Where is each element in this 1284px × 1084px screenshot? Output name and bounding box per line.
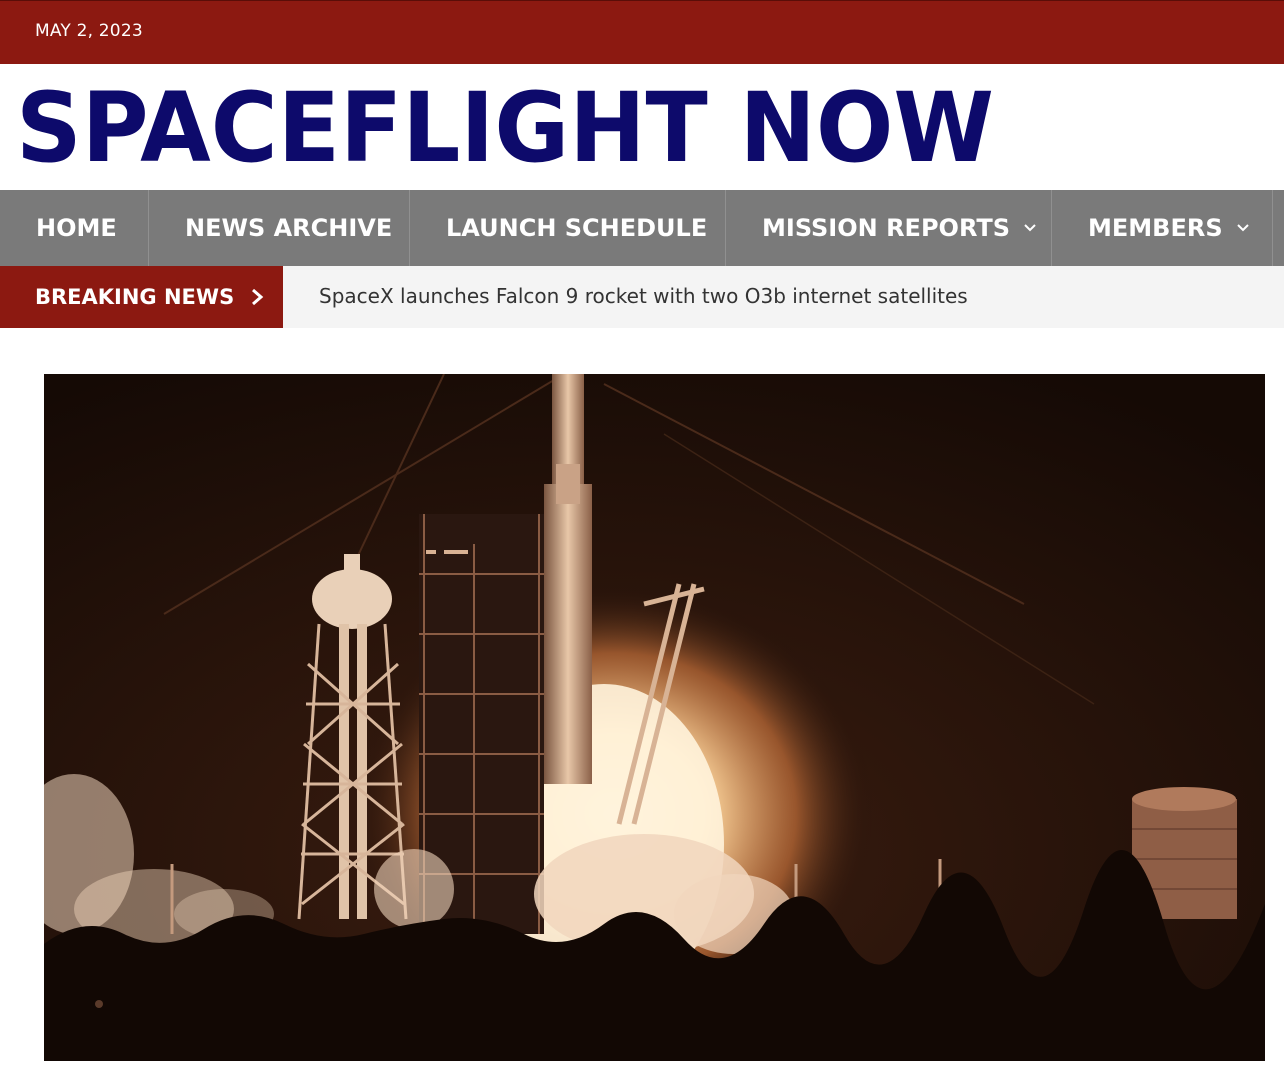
nav-item-label: LAUNCH SCHEDULE	[446, 214, 708, 242]
nav-item-label: HOME	[36, 214, 117, 242]
chevron-right-icon	[252, 288, 264, 306]
logo-text: SPACEFLIGHT NOW	[16, 84, 994, 170]
nav-item-label: NEWS ARCHIVE	[185, 214, 393, 242]
nav-item-label: MEMBERS	[1088, 214, 1223, 242]
nav-item-mission-reports[interactable]: MISSION REPORTS	[726, 190, 1052, 266]
top-bar: MAY 2, 2023	[0, 0, 1284, 64]
site-logo[interactable]: SPACEFLIGHT NOW	[16, 84, 996, 170]
chevron-down-icon	[1024, 224, 1036, 232]
current-date: MAY 2, 2023	[35, 21, 143, 41]
breaking-news-headline-link[interactable]: SpaceX launches Falcon 9 rocket with two…	[319, 284, 968, 308]
breaking-news-label: BREAKING NEWS	[0, 266, 283, 328]
nav-item-members[interactable]: MEMBERS	[1052, 190, 1273, 266]
nav-item-label: MISSION REPORTS	[762, 214, 1011, 242]
chevron-down-icon	[1236, 224, 1249, 232]
hero-image[interactable]	[44, 374, 1265, 1061]
nav-item-news-archive[interactable]: NEWS ARCHIVE	[149, 190, 410, 266]
launch-photo-illustration	[44, 374, 1265, 1061]
masthead: SPACEFLIGHT NOW	[0, 64, 1284, 190]
breaking-news-bar: BREAKING NEWS SpaceX launches Falcon 9 r…	[0, 266, 1284, 328]
nav-item-launch-schedule[interactable]: LAUNCH SCHEDULE	[410, 190, 726, 266]
nav-item-home[interactable]: HOME	[0, 190, 149, 266]
main-nav: HOME NEWS ARCHIVE LAUNCH SCHEDULE MISSIO…	[0, 190, 1284, 266]
breaking-news-title: BREAKING NEWS	[35, 285, 235, 309]
